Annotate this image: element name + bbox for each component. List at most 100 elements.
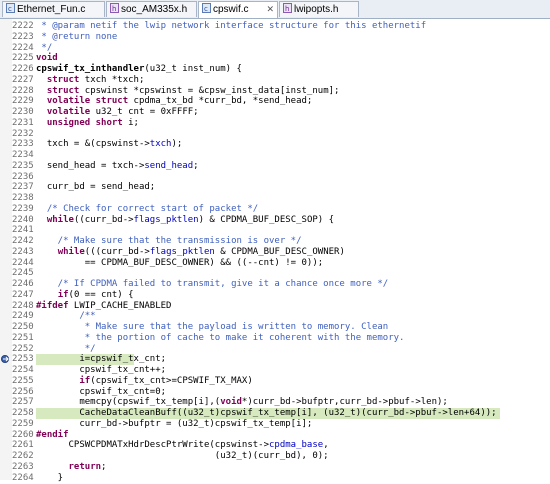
instruction-pointer-arrow-icon: [1, 355, 9, 364]
code-line[interactable]: 2258 CacheDataCleanBuff((u32_t)cpswif_tx…: [0, 408, 550, 419]
code-text: /* If CPDMA failed to transmit, give it …: [36, 279, 389, 290]
keyword-token: while: [57, 246, 85, 257]
tab-cpswif-c[interactable]: c cpswif.c ✕: [198, 1, 278, 18]
code-line[interactable]: 2235 send_head = txch->send_head;: [0, 161, 550, 172]
code-line[interactable]: 2262 (u32_t)(curr_bd), 0);: [0, 451, 550, 462]
line-number: 2240: [12, 214, 34, 225]
code-line[interactable]: 2222 * @param netif the lwip network int…: [0, 21, 550, 32]
code-line[interactable]: 2226 cpswif_tx_inthandler(u32_t inst_num)…: [0, 64, 550, 75]
code-line[interactable]: 2231 unsigned short i;: [0, 118, 550, 129]
code-line[interactable]: 2261 CPSWCPDMATxHdrDescPtrWrite(cpswinst…: [0, 440, 550, 451]
code-token: memcpy(cpswif_tx_temp[i],(: [36, 397, 221, 408]
code-line[interactable]: 2232: [0, 129, 550, 140]
code-line[interactable]: 2240 while((curr_bd->flags_pktlen) & CPD…: [0, 215, 550, 226]
code-line[interactable]: 2249 /**: [0, 311, 550, 322]
code-text: */: [36, 43, 52, 54]
line-number: 2253: [12, 354, 34, 365]
code-text: curr_bd->bufptr = (u32_t)cpswif_tx_temp[…: [36, 419, 312, 430]
code-line[interactable]: 2264 }: [0, 473, 550, 484]
code-line[interactable]: 2237 curr_bd = send_head;: [0, 182, 550, 193]
code-line[interactable]: 2241: [0, 225, 550, 236]
code-line[interactable]: 2260 #endif: [0, 430, 550, 441]
code-token: CPSWCPDMATxHdrDescPtrWrite(cpswinst->: [36, 440, 270, 451]
tab-lwipopts-h[interactable]: h lwipopts.h: [279, 1, 359, 17]
code-text: CPSWCPDMATxHdrDescPtrWrite(cpswinst->cpd…: [36, 440, 329, 451]
code-editor[interactable]: 2222 * @param netif the lwip network int…: [0, 19, 550, 483]
code-area[interactable]: 2222 * @param netif the lwip network int…: [0, 19, 550, 483]
code-line[interactable]: 2236: [0, 172, 550, 183]
line-number: 2264: [12, 472, 34, 483]
code-token: }: [36, 472, 64, 483]
code-line[interactable]: 2225 void: [0, 53, 550, 64]
code-text: == CPDMA_BUF_DESC_OWNER) && ((--cnt) != …: [36, 258, 323, 269]
code-line[interactable]: 2227 struct txch *txch;: [0, 75, 550, 86]
code-line[interactable]: 2252 */: [0, 344, 550, 355]
code-line[interactable]: 2228 struct cpswinst *cpswinst = &cpsw_i…: [0, 86, 550, 97]
code-line[interactable]: 2248 #ifdef LWIP_CACHE_ENABLED: [0, 301, 550, 312]
code-text: */: [36, 344, 96, 355]
line-number: 2242: [12, 236, 34, 246]
code-line[interactable]: 2247 if(0 == cnt) {: [0, 290, 550, 301]
code-line[interactable]: 2257 memcpy(cpswif_tx_temp[i],(void*)cur…: [0, 397, 550, 408]
code-line[interactable]: 2244 == CPDMA_BUF_DESC_OWNER) && ((--cnt…: [0, 258, 550, 269]
keyword-token: unsigned short: [46, 117, 123, 128]
code-line[interactable]: 2243 while(((curr_bd->flags_pktlen & CPD…: [0, 247, 550, 258]
svg-text:h: h: [112, 5, 116, 13]
line-number: 2223: [12, 31, 34, 42]
code-token: txch *txch;: [79, 74, 145, 85]
code-line[interactable]: 2250 * Make sure that the payload is wri…: [0, 322, 550, 333]
code-line[interactable]: 2234: [0, 150, 550, 161]
line-number: 2226: [12, 64, 34, 74]
code-line[interactable]: 2233 txch = &(cpswinst->txch);: [0, 139, 550, 150]
code-line[interactable]: 2255 if(cpswif_tx_cnt>=CPSWIF_TX_MAX): [0, 376, 550, 387]
code-text: #ifdef LWIP_CACHE_ENABLED: [36, 301, 171, 312]
code-line[interactable]: 2256 cpswif_tx_cnt=0;: [0, 387, 550, 398]
tab-soc-am335x-h[interactable]: h soc_AM335x.h: [106, 1, 197, 17]
svg-text:c: c: [204, 5, 208, 13]
code-token: cpdma_tx_bd *curr_bd, *send_head;: [128, 96, 313, 107]
code-line[interactable]: 2245: [0, 268, 550, 279]
code-text: * Make sure that the payload is written …: [36, 322, 388, 333]
code-token: send_head = txch->: [36, 160, 145, 171]
tab-label: soc_AM335x.h: [121, 4, 188, 15]
code-token: (cpswif_tx_cnt>=CPSWIF_TX_MAX): [90, 375, 253, 386]
code-text: /* Make sure that the transmission is ov…: [36, 236, 302, 247]
code-line[interactable]: 2254 cpswif_tx_cnt++;: [0, 365, 550, 376]
code-text: /* Check for correct start of packet */: [36, 204, 258, 215]
code-line[interactable]: 2259 curr_bd->bufptr = (u32_t)cpswif_tx_…: [0, 419, 550, 430]
tab-ethernet-fun-c[interactable]: c Ethernet_Fun.c: [2, 1, 105, 17]
code-line[interactable]: 2263 return;: [0, 462, 550, 473]
code-token: cpswif_tx_inthandler: [36, 64, 145, 74]
code-line[interactable]: 2238: [0, 193, 550, 204]
code-token: LWIP_CACHE_ENABLED: [68, 300, 172, 311]
line-number: 2228: [12, 85, 34, 96]
code-line[interactable]: 2239 /* Check for correct start of packe…: [0, 204, 550, 215]
comment-token: * @param netif the lwip network interfac…: [36, 21, 427, 31]
line-number: 2256: [12, 386, 34, 397]
code-token: curr_bd = send_head;: [36, 182, 156, 193]
comment-token: */: [36, 343, 96, 354]
comment-token: /* Check for correct start of packet */: [36, 203, 259, 214]
line-number: 2248: [12, 300, 34, 311]
svg-text:c: c: [8, 5, 12, 13]
code-line[interactable]: 2246 /* If CPDMA failed to transmit, giv…: [0, 279, 550, 290]
code-line[interactable]: 2229 volatile struct cpdma_tx_bd *curr_b…: [0, 96, 550, 107]
code-line[interactable]: 2223 * @return none: [0, 32, 550, 43]
line-number: 2237: [12, 182, 34, 193]
c-file-icon: c: [202, 3, 211, 13]
code-text: CacheDataCleanBuff((u32_t)cpswif_tx_temp…: [36, 408, 496, 419]
line-number: 2236: [12, 171, 34, 182]
code-line[interactable]: 2242 /* Make sure that the transmission …: [0, 236, 550, 247]
close-tab-icon[interactable]: ✕: [266, 2, 274, 17]
code-line[interactable]: 2230 volatile u32_t cnt = 0xFFFF;: [0, 107, 550, 118]
code-line[interactable]: 2251 * the portion of cache to make it c…: [0, 333, 550, 344]
code-line[interactable]: 2253 i=cpswif_tx_cnt;: [0, 354, 550, 366]
code-line[interactable]: 2224 */: [0, 43, 550, 54]
code-token: (((curr_bd->: [84, 246, 150, 257]
line-number: 2235: [12, 160, 34, 171]
tab-label: lwipopts.h: [294, 4, 339, 15]
line-number: 2261: [12, 440, 34, 451]
